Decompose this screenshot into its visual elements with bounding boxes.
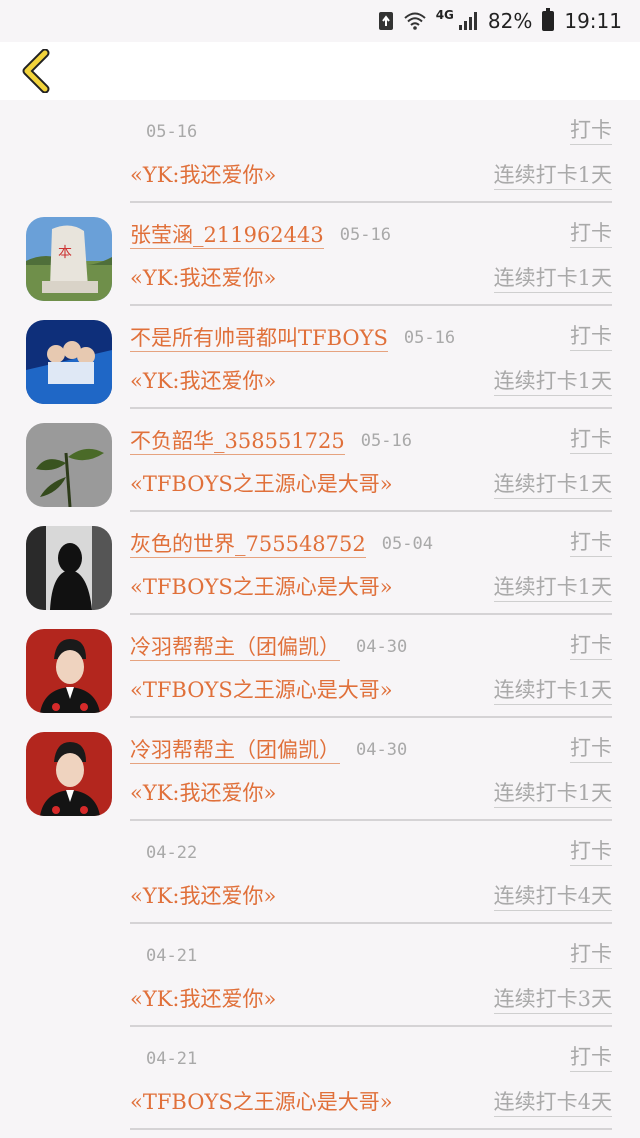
- status-bar: 4G 82% 19:11: [0, 0, 640, 42]
- streak-label: 连续打卡1天: [493, 365, 612, 396]
- streak-label: 连续打卡1天: [493, 674, 612, 705]
- battery-icon: [542, 8, 555, 31]
- signal-icon: [458, 11, 478, 31]
- back-button[interactable]: [14, 48, 58, 94]
- checkin-date: 04-21: [146, 1049, 198, 1069]
- checkin-label: 打卡: [570, 320, 612, 351]
- divider: [130, 1128, 612, 1130]
- checkin-label: 打卡: [570, 423, 612, 454]
- checkin-date: 05-16: [403, 328, 456, 348]
- streak-label: 连续打卡4天: [493, 880, 612, 911]
- list-item[interactable]: 冷羽帮帮主（团偏凯） 04-30 打卡 «TFBOYS之王源心是大哥» 连续打卡…: [0, 615, 640, 718]
- clock: 19:11: [564, 9, 622, 33]
- checkin-date: 04-22: [146, 843, 198, 863]
- avatar[interactable]: 本: [26, 217, 112, 301]
- book-title[interactable]: «TFBOYS之王源心是大哥»: [130, 1086, 393, 1116]
- svg-text:本: 本: [58, 245, 72, 261]
- checkin-label: 打卡: [570, 629, 612, 660]
- list-item[interactable]: 不负韶华_358551725 05-16 打卡 «TFBOYS之王源心是大哥» …: [0, 409, 640, 512]
- book-title[interactable]: «YK:我还爱你»: [130, 262, 276, 292]
- checkin-date: 04-30: [356, 740, 408, 760]
- checkin-label: 打卡: [570, 732, 612, 763]
- book-title[interactable]: «TFBOYS之王源心是大哥»: [130, 674, 393, 704]
- list-item[interactable]: 灰色的世界_755548752 05-04 打卡 «TFBOYS之王源心是大哥»…: [0, 512, 640, 615]
- book-title[interactable]: «YK:我还爱你»: [130, 880, 276, 910]
- avatar[interactable]: [26, 629, 112, 713]
- battery-percentage: 82%: [487, 9, 533, 33]
- list-item[interactable]: 04-21 打卡 «YK:我还爱你» 连续打卡3天: [0, 924, 640, 1027]
- avatar[interactable]: [26, 732, 112, 816]
- book-title[interactable]: «TFBOYS之王源心是大哥»: [130, 571, 393, 601]
- avatar[interactable]: [26, 320, 112, 404]
- chevron-left-icon: [22, 49, 50, 93]
- user-name[interactable]: 冷羽帮帮主（团偏凯）: [130, 634, 340, 661]
- streak-label: 连续打卡1天: [493, 571, 612, 602]
- checkin-label: 打卡: [570, 835, 612, 866]
- notification-icon: [378, 11, 394, 31]
- user-name[interactable]: 冷羽帮帮主（团偏凯）: [130, 737, 340, 764]
- header-bar: [0, 42, 640, 100]
- checkin-date: 05-16: [360, 431, 412, 451]
- checkin-label: 打卡: [570, 1041, 612, 1072]
- streak-label: 连续打卡4天: [493, 1086, 612, 1117]
- checkin-label: 打卡: [570, 217, 612, 248]
- list-item[interactable]: 本 张莹涵_211962443 05-16 打卡 «YK:我还爱你» 连续打卡1…: [0, 203, 640, 306]
- streak-label: 连续打卡1天: [493, 468, 612, 499]
- user-name[interactable]: 灰色的世界_755548752: [130, 531, 366, 558]
- streak-label: 连续打卡3天: [493, 983, 612, 1014]
- streak-label: 连续打卡1天: [493, 159, 612, 190]
- streak-label: 连续打卡1天: [493, 777, 612, 808]
- book-title[interactable]: «YK:我还爱你»: [130, 983, 276, 1013]
- user-name[interactable]: 张莹涵_211962443: [130, 222, 324, 249]
- list-item[interactable]: 不是所有帅哥都叫TFBOYS 05-16 打卡 «YK:我还爱你» 连续打卡1天: [0, 306, 640, 409]
- list-item[interactable]: 04-22 打卡 «YK:我还爱你» 连续打卡4天: [0, 821, 640, 924]
- book-title[interactable]: «YK:我还爱你»: [130, 159, 276, 189]
- checkin-label: 打卡: [570, 938, 612, 969]
- list-item[interactable]: 04-21 打卡 «TFBOYS之王源心是大哥» 连续打卡4天: [0, 1027, 640, 1130]
- book-title[interactable]: «TFBOYS之王源心是大哥»: [130, 468, 393, 498]
- streak-label: 连续打卡1天: [493, 262, 612, 293]
- checkin-date: 04-30: [356, 637, 408, 657]
- checkin-label: 打卡: [570, 114, 612, 145]
- checkin-date: 04-21: [146, 946, 198, 966]
- avatar[interactable]: [26, 526, 112, 610]
- user-name[interactable]: 不是所有帅哥都叫TFBOYS: [130, 325, 388, 352]
- book-title[interactable]: «YK:我还爱你»: [130, 365, 276, 395]
- avatar[interactable]: [26, 423, 112, 507]
- checkin-date: 05-04: [381, 534, 433, 554]
- network-type: 4G: [435, 8, 454, 22]
- book-title[interactable]: «YK:我还爱你»: [130, 777, 276, 807]
- list-item[interactable]: 冷羽帮帮主（团偏凯） 04-30 打卡 «YK:我还爱你» 连续打卡1天: [0, 718, 640, 821]
- list-item[interactable]: 05-16 打卡 «YK:我还爱你» 连续打卡1天: [0, 100, 640, 203]
- checkin-label: 打卡: [570, 526, 612, 557]
- checkin-date: 05-16: [339, 225, 391, 245]
- checkin-date: 05-16: [146, 122, 198, 142]
- wifi-icon: [404, 12, 426, 30]
- user-name[interactable]: 不负韶华_358551725: [130, 428, 345, 455]
